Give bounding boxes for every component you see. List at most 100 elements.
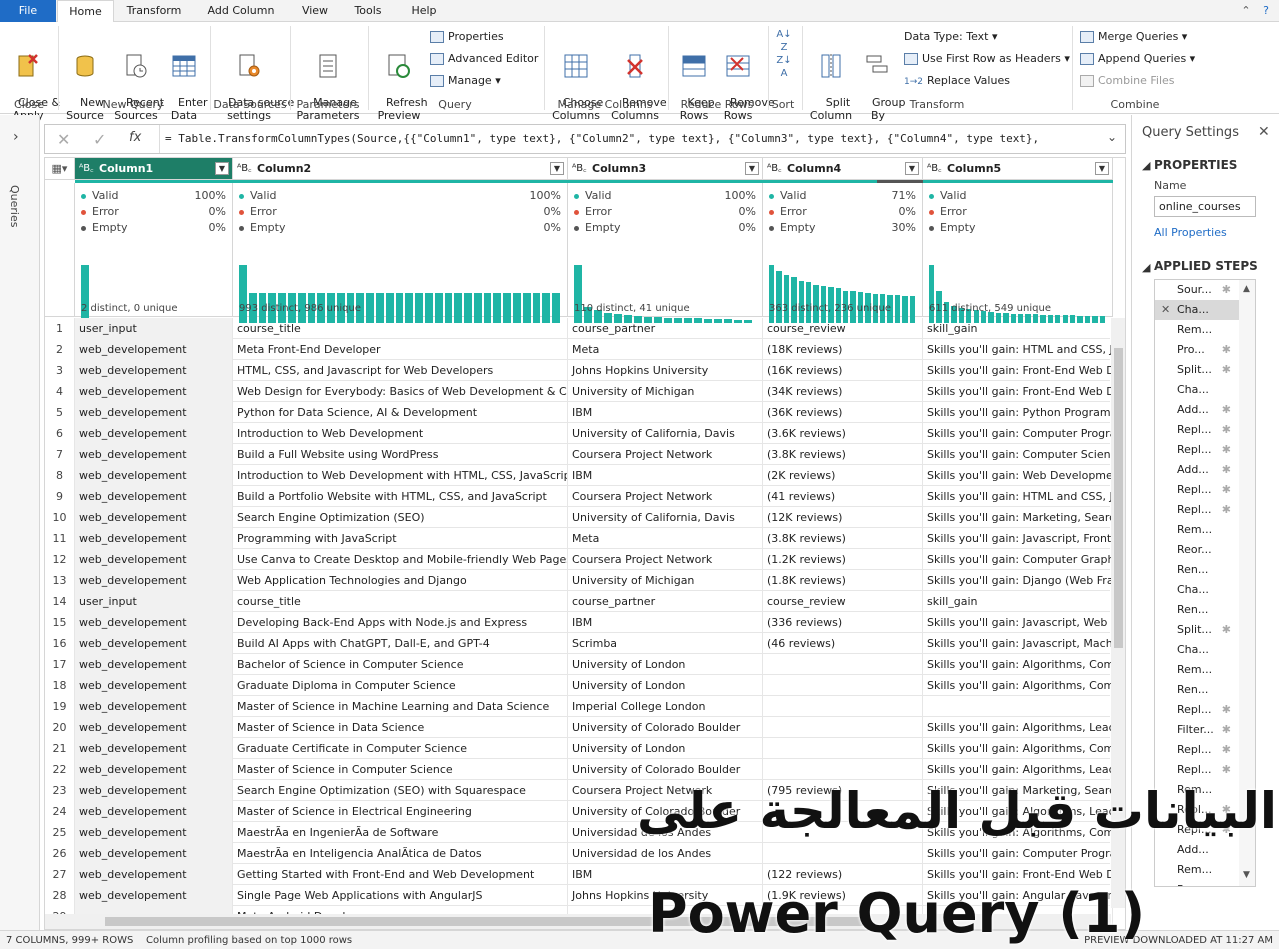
recent-sources-button[interactable]: Recent Sources <box>112 26 164 135</box>
applied-step[interactable]: Split... ✱ <box>1155 620 1239 640</box>
table-cell[interactable]: (336 reviews) <box>763 612 923 633</box>
row-number[interactable]: 1 <box>45 318 75 339</box>
table-cell[interactable]: Skills you'll gain: Computer Programm <box>923 423 1113 444</box>
text-type-icon[interactable]: ᴬB꜀ <box>237 158 252 179</box>
table-cell[interactable]: course_title <box>233 591 568 612</box>
table-cell[interactable]: Web Application Technologies and Django <box>233 570 568 591</box>
table-cell[interactable]: Skills you'll gain: Algorithms, Compute <box>923 675 1113 696</box>
table-cell[interactable]: web_developement <box>75 402 233 423</box>
table-cell[interactable]: web_developement <box>75 570 233 591</box>
table-cell[interactable] <box>763 696 923 717</box>
step-settings-gear-icon[interactable]: ✱ <box>1222 500 1231 520</box>
row-number[interactable]: 23 <box>45 780 75 801</box>
table-cell[interactable]: Skills you'll gain: Django (Web Framew <box>923 570 1113 591</box>
table-cell[interactable]: Imperial College London <box>568 696 763 717</box>
step-settings-gear-icon[interactable]: ✱ <box>1222 480 1231 500</box>
table-cell[interactable]: web_developement <box>75 507 233 528</box>
table-cell[interactable] <box>763 843 923 864</box>
table-cell[interactable]: Skills you'll gain: Python Programming <box>923 402 1113 423</box>
applied-step[interactable]: Rem... <box>1155 660 1239 680</box>
row-number[interactable]: 19 <box>45 696 75 717</box>
close-settings-icon[interactable]: ✕ <box>1258 124 1270 140</box>
table-menu-icon[interactable]: ▦▾ <box>45 158 75 180</box>
table-cell[interactable]: Skills you'll gain: Algorithms, Compute <box>923 654 1113 675</box>
enter-data-button[interactable]: Enter Data <box>164 26 208 135</box>
column-profile[interactable]: Valid 71% Error 0% Empty 30% 363 distinct, 236… <box>763 183 923 323</box>
applied-step[interactable]: Rem... <box>1155 520 1239 540</box>
row-number[interactable]: 20 <box>45 717 75 738</box>
table-cell[interactable]: Search Engine Optimization (SEO) with Sq… <box>233 780 568 801</box>
table-cell[interactable]: web_developement <box>75 549 233 570</box>
keep-rows-button[interactable]: Keep Rows <box>672 26 716 135</box>
table-cell[interactable]: Skills you'll gain: Algorithms, Leadersh <box>923 759 1113 780</box>
table-cell[interactable]: Graduate Diploma in Computer Science <box>233 675 568 696</box>
row-number[interactable]: 8 <box>45 465 75 486</box>
applied-steps-expand-icon[interactable]: ◢ <box>1142 261 1150 274</box>
table-cell[interactable]: Skills you'll gain: Algorithms, Leadersh <box>923 717 1113 738</box>
applied-step[interactable]: Repl... ✱ <box>1155 420 1239 440</box>
table-cell[interactable]: web_developement <box>75 822 233 843</box>
column-header-3[interactable]: ᴬB꜀ Column3 ▼ <box>568 158 763 180</box>
step-settings-gear-icon[interactable]: ✱ <box>1222 400 1231 420</box>
cancel-formula-icon[interactable]: ✕ <box>57 130 70 149</box>
column-profile[interactable]: Valid 100% Error 0% Empty 0% 2 distinct, 0 uni… <box>75 183 233 323</box>
applied-step[interactable]: Cha... <box>1155 640 1239 660</box>
table-cell[interactable]: web_developement <box>75 717 233 738</box>
table-cell[interactable] <box>763 759 923 780</box>
row-number[interactable]: 11 <box>45 528 75 549</box>
data-source-settings-button[interactable]: Data source settings <box>214 26 294 135</box>
row-number[interactable]: 15 <box>45 612 75 633</box>
tab-transform[interactable]: Transform <box>118 0 190 22</box>
table-cell[interactable]: University of London <box>568 675 763 696</box>
table-cell[interactable]: skill_gain <box>923 591 1113 612</box>
table-cell[interactable]: web_developement <box>75 759 233 780</box>
row-number[interactable]: 2 <box>45 339 75 360</box>
tab-help[interactable]: Help <box>400 0 448 22</box>
table-cell[interactable]: Master of Science in Data Science <box>233 717 568 738</box>
table-cell[interactable]: course_title <box>233 318 568 339</box>
table-cell[interactable]: Universidad de los Andes <box>568 843 763 864</box>
table-cell[interactable]: Single Page Web Applications with Angula… <box>233 885 568 906</box>
table-cell[interactable]: Skills you'll gain: Front-End Web Deve <box>923 360 1113 381</box>
table-cell[interactable]: Meta <box>568 528 763 549</box>
table-cell[interactable]: web_developement <box>75 423 233 444</box>
table-cell[interactable]: course_partner <box>568 591 763 612</box>
column-filter-dropdown-icon[interactable]: ▼ <box>550 162 564 175</box>
properties-expand-icon[interactable]: ◢ <box>1142 159 1150 172</box>
table-cell[interactable]: MaestrÃa en IngenierÃa de Software <box>233 822 568 843</box>
applied-step[interactable]: Rem... <box>1155 320 1239 340</box>
table-cell[interactable]: Use Canva to Create Desktop and Mobile-f… <box>233 549 568 570</box>
applied-step[interactable]: Reor... <box>1155 540 1239 560</box>
table-cell[interactable]: HTML, CSS, and Javascript for Web Develo… <box>233 360 568 381</box>
table-cell[interactable]: (16K reviews) <box>763 360 923 381</box>
manage-parameters-button[interactable]: Manage Parameters <box>294 26 362 135</box>
table-cell[interactable] <box>763 717 923 738</box>
step-settings-gear-icon[interactable]: ✱ <box>1222 280 1231 300</box>
table-cell[interactable]: Skills you'll gain: Algorithms, Compute <box>923 738 1113 759</box>
table-cell[interactable]: Search Engine Optimization (SEO) <box>233 507 568 528</box>
row-number[interactable]: 12 <box>45 549 75 570</box>
table-cell[interactable]: MaestrÃa en Inteligencia AnalÃtica de Da… <box>233 843 568 864</box>
row-number[interactable]: 3 <box>45 360 75 381</box>
table-cell[interactable]: Graduate Certificate in Computer Science <box>233 738 568 759</box>
row-number[interactable]: 21 <box>45 738 75 759</box>
formula-input[interactable]: = Table.TransformColumnTypes(Source,{{"C… <box>165 132 1095 145</box>
row-number[interactable]: 5 <box>45 402 75 423</box>
column-filter-dropdown-icon[interactable]: ▼ <box>745 162 759 175</box>
applied-step[interactable]: Ren... <box>1155 560 1239 580</box>
combine-files-button[interactable]: Combine Files <box>1080 72 1175 90</box>
table-cell[interactable]: (3.8K reviews) <box>763 444 923 465</box>
table-cell[interactable]: University of Colorado Boulder <box>568 717 763 738</box>
column-profile[interactable]: Valid 100% Error 0% Empty 0% 110 distinct, 41 … <box>568 183 763 323</box>
table-cell[interactable]: (3.6K reviews) <box>763 423 923 444</box>
table-cell[interactable]: Skills you'll gain: HTML and CSS, Javas <box>923 486 1113 507</box>
new-source-button[interactable]: New Source <box>62 26 108 135</box>
text-type-icon[interactable]: ᴬB꜀ <box>79 158 94 179</box>
table-cell[interactable]: Build a Full Website using WordPress <box>233 444 568 465</box>
text-type-icon[interactable]: ᴬB꜀ <box>927 158 942 179</box>
table-cell[interactable]: Developing Back-End Apps with Node.js an… <box>233 612 568 633</box>
table-cell[interactable]: (36K reviews) <box>763 402 923 423</box>
split-column-button[interactable]: Split Column <box>806 26 856 135</box>
table-cell[interactable]: Skills you'll gain: Front-End Web Deve <box>923 381 1113 402</box>
table-cell[interactable]: Skills you'll gain: Javascript, Machine … <box>923 633 1113 654</box>
